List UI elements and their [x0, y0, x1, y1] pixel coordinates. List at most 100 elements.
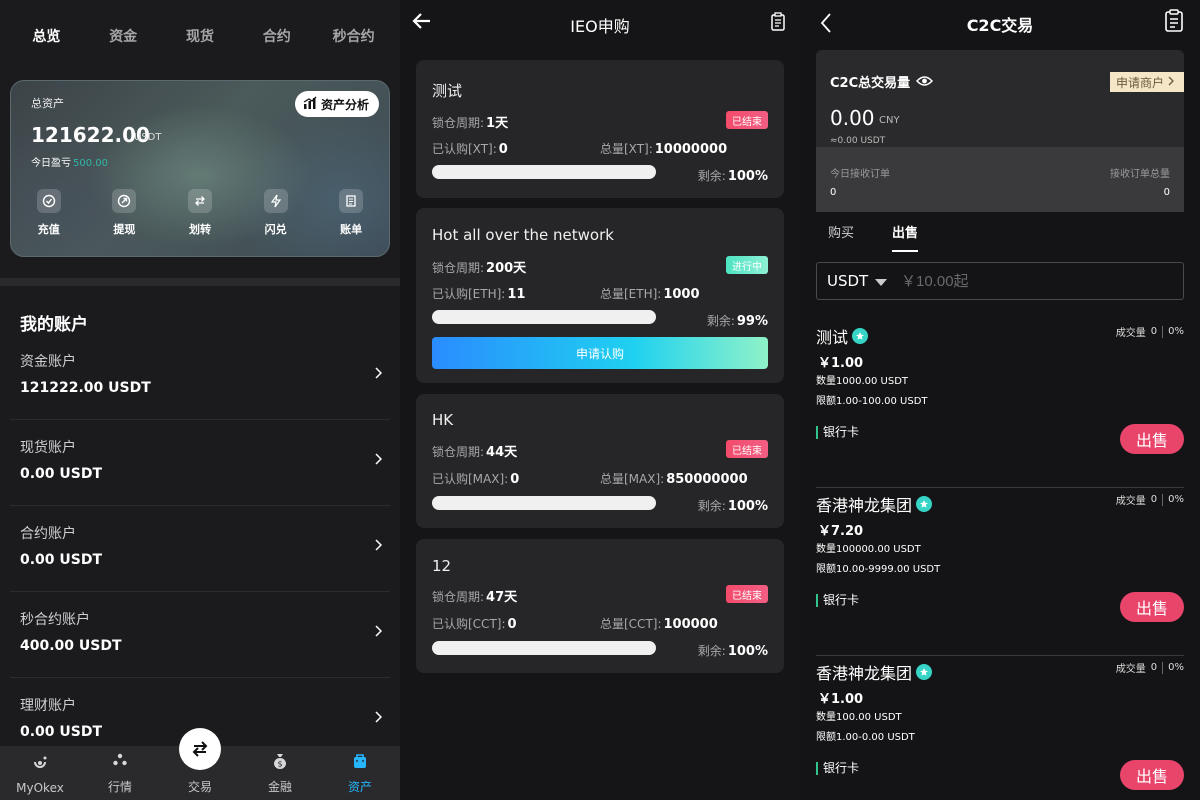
caret-down-icon[interactable] — [875, 272, 887, 291]
offer-limit: 限额10.00-9999.00 USDT — [816, 564, 941, 575]
account-value: 0.00 USDT — [20, 724, 103, 740]
verified-icon — [852, 328, 869, 344]
offer-limit: 限额1.00-100.00 USDT — [816, 396, 928, 407]
account-row-second-contract[interactable]: 秒合约账户 400.00 USDT — [10, 592, 390, 678]
merchant-name-text: 测试 — [816, 328, 849, 347]
c2c-header: C2C交易 — [800, 0, 1200, 44]
nav-label: 金融 — [267, 780, 292, 794]
status-badge: 已结束 — [726, 440, 768, 458]
remaining: 剩余: 100% — [698, 642, 768, 659]
total-assets-amount: 121622.00 — [31, 123, 150, 147]
lock-period: 锁仓周期: 1天 — [432, 112, 508, 131]
account-row-contract[interactable]: 合约账户 0.00 USDT — [10, 506, 390, 592]
ieo-screen: IEO申购 测试 已结束 锁仓周期: 1天 已认购[XT]: 0 总量[XT]: 10… — [400, 0, 800, 800]
completion-rate: 0% — [1168, 494, 1184, 505]
nav-finance[interactable]: $ 金融 — [240, 746, 320, 800]
remaining-label: 剩余: — [697, 499, 726, 513]
account-name: 现货账户 — [20, 440, 76, 456]
subscribed-value: 0 — [510, 472, 520, 487]
tab-buy[interactable]: 购买 — [828, 222, 854, 252]
sell-button[interactable]: 出售 — [1120, 424, 1184, 454]
record-icon[interactable] — [770, 12, 786, 36]
payment-method: 银行卡 — [816, 426, 859, 439]
c2c-volume-amount: 0.00 — [830, 106, 875, 130]
sell-button[interactable]: 出售 — [1120, 760, 1184, 790]
subscribed-label: 已认购[MAX]: — [432, 472, 509, 486]
deposit-button[interactable]: 充值 — [11, 189, 87, 237]
total-supply: 总量[XT]: 10000000 — [600, 140, 727, 157]
remaining: 剩余: 99% — [707, 312, 768, 329]
tab-second-contract[interactable]: 秒合约 — [315, 26, 392, 46]
apply-merchant-button[interactable]: 申请商户 — [1109, 72, 1184, 92]
withdraw-icon — [112, 189, 137, 213]
remaining: 剩余: 100% — [698, 167, 768, 184]
ieo-header: IEO申购 — [400, 0, 800, 44]
list-item: 香港神龙集团 成交量 0 0% ￥7.20 数量100000.00 USDT 限额1… — [816, 488, 1184, 656]
asset-analysis-button[interactable]: 资产分析 — [294, 91, 379, 117]
total-supply: 总量[CCT]: 100000 — [600, 615, 718, 632]
deposit-label: 充值 — [37, 223, 60, 236]
lock-period: 锁仓周期: 200天 — [432, 257, 526, 276]
nav-myokex[interactable]: MyOkex — [0, 746, 80, 800]
chevron-right-icon — [374, 536, 383, 555]
asset-tabs: 总览 资金 现货 合约 秒合约 — [0, 0, 400, 72]
deal-stats: 成交量 0 0% — [1116, 492, 1184, 507]
nav-label: MyOkex — [16, 781, 64, 795]
remaining-label: 剩余: — [697, 644, 726, 658]
lock-period-label: 锁仓周期: — [432, 261, 485, 275]
tab-contract[interactable]: 合约 — [238, 26, 315, 46]
offer-quantity: 数量1000.00 USDT — [816, 376, 909, 387]
chevron-right-icon — [1168, 75, 1174, 89]
c2c-volume-label: C2C总交易量 — [830, 76, 911, 91]
ieo-project-card[interactable]: Hot all over the network 进行中 锁仓周期: 200天 已… — [416, 208, 784, 383]
tab-spot[interactable]: 现货 — [162, 26, 239, 46]
withdraw-button[interactable]: 提现 — [87, 189, 163, 237]
sell-button[interactable]: 出售 — [1120, 592, 1184, 622]
today-profit-label: 今日盈亏 — [31, 158, 71, 169]
account-name: 理财账户 — [20, 698, 76, 714]
finance-icon: $ — [271, 752, 289, 774]
order-list-icon[interactable] — [1164, 9, 1184, 37]
account-row-funds[interactable]: 资金账户 121222.00 USDT — [10, 334, 390, 420]
status-badge: 进行中 — [726, 256, 768, 274]
project-name: Hot all over the network — [432, 226, 614, 244]
account-name: 秒合约账户 — [20, 612, 90, 628]
flash-exchange-button[interactable]: 闪兑 — [238, 189, 314, 237]
nav-trade[interactable]: 交易 — [160, 728, 240, 800]
amount-input[interactable] — [901, 272, 1151, 290]
transfer-icon — [187, 189, 212, 213]
ieo-project-card[interactable]: 测试 已结束 锁仓周期: 1天 已认购[XT]: 0 总量[XT]: 10000000… — [416, 60, 784, 198]
tab-overview[interactable]: 总览 — [8, 26, 85, 46]
nav-market[interactable]: 行情 — [80, 746, 160, 800]
progress-bar — [432, 310, 656, 324]
status-badge: 已结束 — [726, 585, 768, 603]
eye-icon[interactable] — [915, 72, 934, 91]
completion-rate: 0% — [1168, 662, 1184, 673]
remaining-label: 剩余: — [697, 169, 726, 183]
total-orders-value: 0 — [1163, 187, 1170, 198]
ieo-project-card[interactable]: 12 已结束 锁仓周期: 47天 已认购[CCT]: 0 总量[CCT]: 10000… — [416, 539, 784, 673]
account-value: 400.00 USDT — [20, 638, 122, 654]
total-assets-unit: USDT — [134, 132, 162, 143]
account-row-spot[interactable]: 现货账户 0.00 USDT — [10, 420, 390, 506]
deal-stats: 成交量 0 0% — [1116, 324, 1184, 339]
account-value: 121222.00 USDT — [20, 380, 151, 396]
nav-assets[interactable]: 资产 — [320, 746, 400, 800]
market-icon — [111, 752, 129, 774]
list-item: 测试 成交量 0 0% ￥1.00 数量1000.00 USDT 限额1.00-10… — [816, 320, 1184, 488]
c2c-volume-card: C2C总交易量 申请商户 0.00 CNY ≈0.00 USDT 今日接收订单 … — [816, 50, 1184, 212]
tab-funds[interactable]: 资金 — [85, 26, 162, 46]
trade-icon — [179, 728, 221, 770]
buy-sell-tabs: 购买 出售 — [816, 222, 919, 252]
transfer-button[interactable]: 划转 — [162, 189, 238, 237]
payment-method: 银行卡 — [816, 762, 859, 775]
coin-select[interactable]: USDT — [827, 272, 875, 290]
apply-subscription-button[interactable]: 申请认购 — [432, 337, 768, 369]
total-supply-label: 总量[MAX]: — [600, 472, 665, 486]
page-title: C2C交易 — [966, 16, 1034, 35]
tab-sell[interactable]: 出售 — [892, 222, 919, 252]
c2c-volume-currency: CNY — [879, 115, 900, 126]
ieo-project-card[interactable]: HK 已结束 锁仓周期: 44天 已认购[MAX]: 0 总量[MAX]: 85000… — [416, 394, 784, 528]
bill-button[interactable]: 账单 — [313, 189, 389, 237]
total-supply: 总量[ETH]: 1000 — [600, 285, 700, 302]
